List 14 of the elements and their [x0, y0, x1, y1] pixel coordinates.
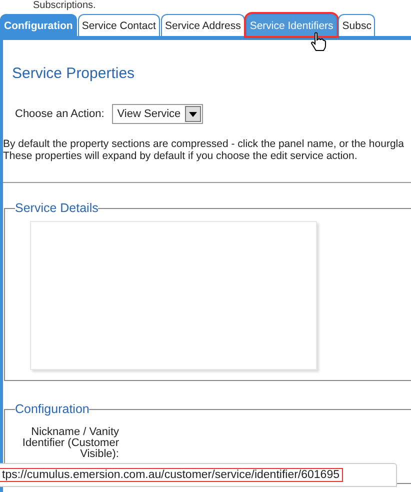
link-url-text: tps://cumulus.emersion.com.au/customer/service/identifier/601695: [0, 469, 342, 481]
section-legend[interactable]: Service Details: [15, 201, 98, 215]
subscriptions-text: Subscriptions.: [32, 0, 97, 12]
action-label: Choose an Action:: [15, 108, 104, 120]
description-text: By default the property sections are compressed - click the panel name, or the hourgla: [3, 138, 404, 150]
tab[interactable]: Service Address: [160, 14, 245, 36]
tab[interactable]: Subsc: [338, 14, 376, 36]
section-heading: Service Properties: [12, 65, 136, 82]
description-text: These properties will expand by default if you choose the edit service action.: [3, 150, 358, 162]
field-label: Nickname / Vanity Identifier (Customer Visible):: [21, 427, 119, 460]
tab[interactable]: Service Contact: [78, 14, 160, 36]
section-legend[interactable]: Configuration: [15, 402, 90, 416]
action-dropdown[interactable]: View Service: [112, 104, 203, 124]
hand-cursor-icon: [310, 32, 326, 52]
